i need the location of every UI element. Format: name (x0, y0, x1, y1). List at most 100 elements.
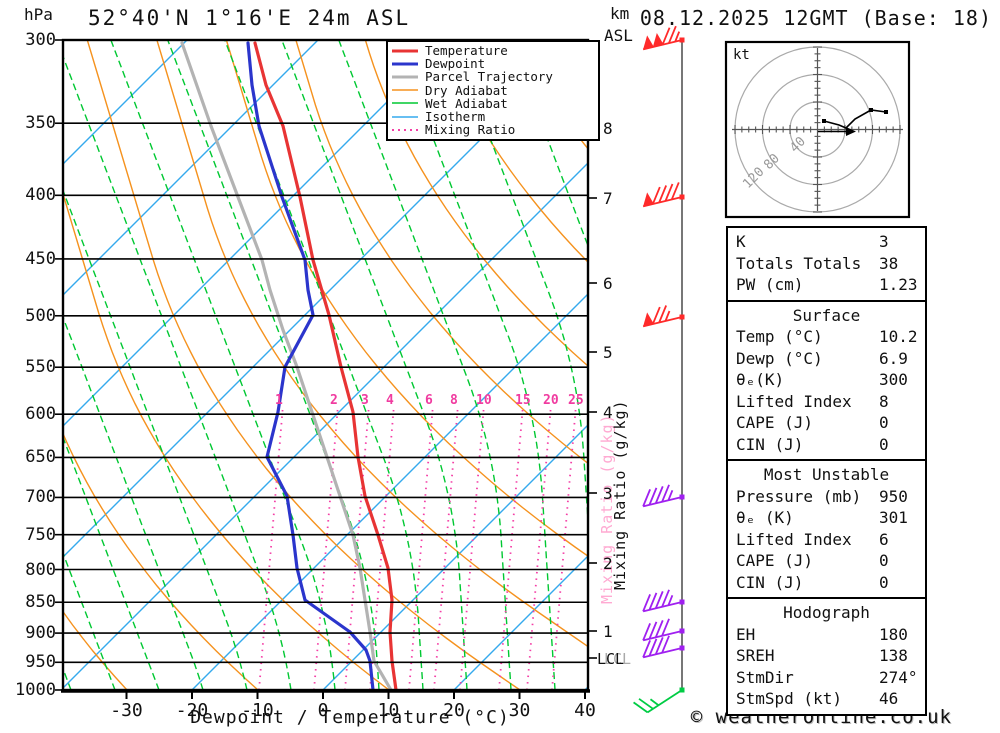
altitude-tick-label: 5 (603, 343, 613, 362)
mixing-ratio-value-label: 3 (361, 393, 369, 408)
panel-row: Lifted Index 8 (728, 391, 925, 413)
legend-line-sample (392, 75, 418, 79)
panel-row-label: CIN (J) (736, 572, 804, 592)
legend-item: Wet Adiabat (392, 97, 598, 110)
panel-row: Dewp (°C) 6.9 (728, 348, 925, 370)
panel-row-value: 0 (879, 413, 889, 432)
pressure-tick-label: 750 (25, 524, 56, 545)
pressure-tick-label: 950 (25, 652, 56, 673)
station-title: 52°40'N 1°16'E 24m ASL (88, 6, 411, 30)
panel-row-label: CAPE (J) (736, 413, 814, 432)
mixing-ratio-line (459, 404, 485, 690)
legend-line-sample (392, 62, 418, 66)
mixing-ratio-axis-label: Mixing Ratio (g/kg) (611, 399, 629, 590)
barb-half (649, 698, 660, 706)
panel-row-value: 46 (879, 689, 899, 708)
altitude-tick-label: 2 (603, 554, 613, 573)
lcl-marker: LCL (597, 650, 625, 668)
temperature-tick-label: -20 (175, 700, 209, 721)
temperature-tick-label: -10 (241, 700, 274, 721)
legend-item: Isotherm (392, 110, 598, 123)
legend-item: Dewpoint (392, 57, 598, 70)
indices-panel: Surface Temp (°C) 10.2 Dewp (°C) 6.9 θₑ(K) 300… (726, 299, 927, 461)
legend-line-sample (392, 102, 418, 105)
panel-row-value: 38 (879, 253, 899, 273)
legend-item: Parcel Trajectory (392, 70, 598, 83)
panel-row-value: 8 (879, 391, 889, 411)
panel-row-label: Temp (°C) (736, 327, 823, 346)
mixing-ratio-line (498, 404, 524, 690)
panel-row-label: Dewp (°C) (736, 348, 823, 368)
panel-row-value: 0 (879, 434, 889, 454)
pressure-tick-label: 450 (25, 248, 56, 269)
temperature-tick-label: 0 (317, 700, 329, 721)
panel-row: StmSpd (kt) 46 (728, 688, 925, 710)
temperature-tick-label: 20 (443, 700, 465, 721)
altitude-axis-unit-km: km (610, 4, 630, 23)
temperature-tick-label: -30 (110, 700, 143, 721)
legend-item-label: Dry Adiabat (425, 82, 508, 98)
panel-row: Temp (°C) 10.2 (728, 326, 925, 348)
legend-item-label: Mixing Ratio (425, 122, 516, 138)
panel-row-label: Pressure (mb) (736, 486, 862, 506)
mixing-ratio-value-label: 10 (476, 393, 492, 408)
pressure-tick-label: 550 (25, 357, 56, 378)
mixing-ratio-value-label: 6 (425, 393, 433, 408)
hodograph-trace-point (869, 108, 873, 112)
mixing-ratio-value-label: 15 (515, 393, 531, 408)
panel-row-label: StmSpd (kt) (736, 689, 842, 708)
wind-barb (642, 182, 685, 208)
indices-panel: K 3 Totals Totals 38 PW (cm) 1.23 (726, 226, 927, 302)
pressure-tick-label: 1000 (15, 679, 56, 700)
mixing-ratio-line (258, 404, 284, 690)
panel-row: EH 180 (728, 624, 925, 646)
panel-row-value: 0 (879, 551, 889, 570)
panel-row-value: 10.2 (879, 327, 918, 346)
temperature-tick-label: 40 (574, 700, 596, 721)
hodograph-trace-point (884, 110, 888, 114)
wind-barb (642, 618, 685, 642)
pressure-tick-label: 600 (25, 404, 56, 425)
panel-row-value: 300 (879, 370, 908, 389)
indices-panel: Hodograph EH 180 SREH 138 StmDir 274° StmSpd (k… (726, 597, 927, 716)
mixing-ratio-value-label: 20 (543, 393, 559, 408)
panel-row: CAPE (J) 0 (728, 412, 925, 434)
panel-row: CIN (J) 0 (728, 434, 925, 456)
legend-item: Temperature (392, 44, 598, 57)
temperature-tick-label: 10 (377, 700, 400, 721)
pressure-tick-label: 650 (25, 447, 56, 468)
wet-adiabat-line (624, 40, 731, 690)
mixing-ratio-value-label: 25 (568, 393, 584, 408)
altitude-tick-label: 3 (603, 484, 613, 503)
wet-adiabat-line (110, 40, 336, 690)
mixing-ratio-line (551, 404, 577, 690)
mixing-ratio-value-label: 4 (386, 393, 394, 408)
legend-item-label: Parcel Trajectory (425, 69, 553, 85)
legend-line-sample (392, 89, 418, 91)
legend-item-label: Wet Adiabat (425, 95, 508, 111)
barb-flag (643, 192, 655, 207)
panel-row-value: 1.23 (879, 275, 918, 294)
barb-flag (652, 33, 664, 48)
pressure-tick-label: 400 (25, 185, 56, 206)
hodograph-trace-point (822, 119, 826, 123)
hodograph-unit-label: kt (733, 47, 750, 63)
panel-row: K3 (728, 231, 925, 253)
panel-row-value: 950 (879, 486, 908, 506)
pressure-axis-unit: hPa (24, 5, 53, 24)
run-datetime: 08.12.2025 12GMT (Base: 18) (639, 6, 992, 30)
pressure-tick-label: 850 (25, 592, 56, 613)
panel-row: SREH 138 (728, 645, 925, 667)
barb-flag (643, 312, 655, 327)
altitude-tick-label: 7 (603, 189, 613, 208)
panel-row-label: CAPE (J) (736, 551, 814, 570)
panel-row-label: SREH (736, 646, 775, 665)
wind-barb (642, 305, 685, 328)
legend-line-sample (392, 115, 418, 118)
panel-row-label: θₑ (K) (736, 508, 794, 527)
panel-row-value: 6.9 (879, 348, 908, 368)
mixing-ratio-value-label: 8 (450, 393, 458, 408)
pressure-tick-label: 500 (25, 305, 56, 326)
panel-row-value: 0 (879, 572, 889, 592)
legend-line-sample (392, 49, 418, 53)
